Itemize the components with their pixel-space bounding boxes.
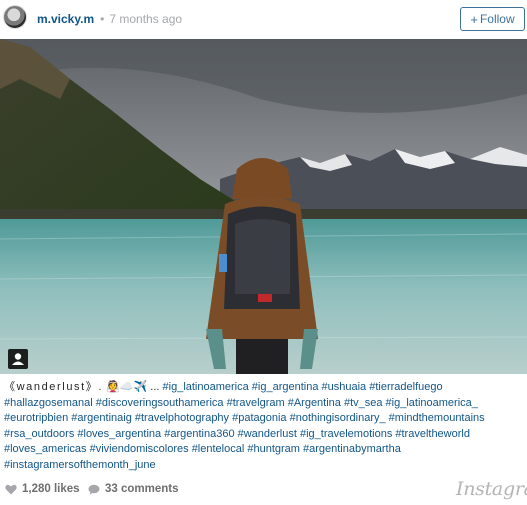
user-line: m.vicky.m • 7 months ago bbox=[37, 12, 182, 26]
comments-label: 33 comments bbox=[105, 483, 179, 495]
user-tag-glyph bbox=[12, 353, 24, 365]
caption-ellipsis: ... bbox=[150, 381, 160, 393]
user-tag-icon[interactable] bbox=[8, 349, 28, 369]
follow-button[interactable]: + Follow bbox=[460, 7, 525, 31]
username-link[interactable]: m.vicky.m bbox=[37, 12, 94, 26]
post-photo[interactable] bbox=[0, 39, 527, 374]
heart-icon[interactable] bbox=[5, 484, 17, 495]
post-card: m.vicky.m • 7 months ago + Follow 《wande… bbox=[0, 0, 527, 505]
instagram-logo[interactable]: Instagram bbox=[456, 478, 527, 500]
post-caption: 《wanderlust》. 👰☁️✈️ ... #ig_latinoameric… bbox=[4, 380, 522, 474]
avatar[interactable] bbox=[3, 5, 27, 29]
post-footer: 1,280 likes 33 comments Instagram bbox=[0, 476, 527, 505]
photo-illustration bbox=[0, 39, 527, 374]
plus-icon: + bbox=[470, 11, 478, 27]
caption-title: 《wanderlust》. bbox=[4, 381, 104, 393]
follow-label: Follow bbox=[479, 12, 515, 26]
separator-dot: • bbox=[100, 12, 105, 26]
likes-label: 1,280 likes bbox=[22, 483, 80, 495]
like-count[interactable]: 1,280 likes bbox=[5, 483, 80, 495]
post-header: m.vicky.m • 7 months ago + Follow bbox=[0, 0, 527, 38]
comment-icon[interactable] bbox=[88, 484, 100, 495]
comment-count[interactable]: 33 comments bbox=[88, 483, 179, 495]
caption-hashtags[interactable]: #ig_latinoamerica #ig_argentina #ushuaia… bbox=[4, 381, 485, 471]
caption-emoji: 👰☁️✈️ bbox=[106, 381, 148, 393]
timestamp[interactable]: 7 months ago bbox=[109, 12, 182, 26]
